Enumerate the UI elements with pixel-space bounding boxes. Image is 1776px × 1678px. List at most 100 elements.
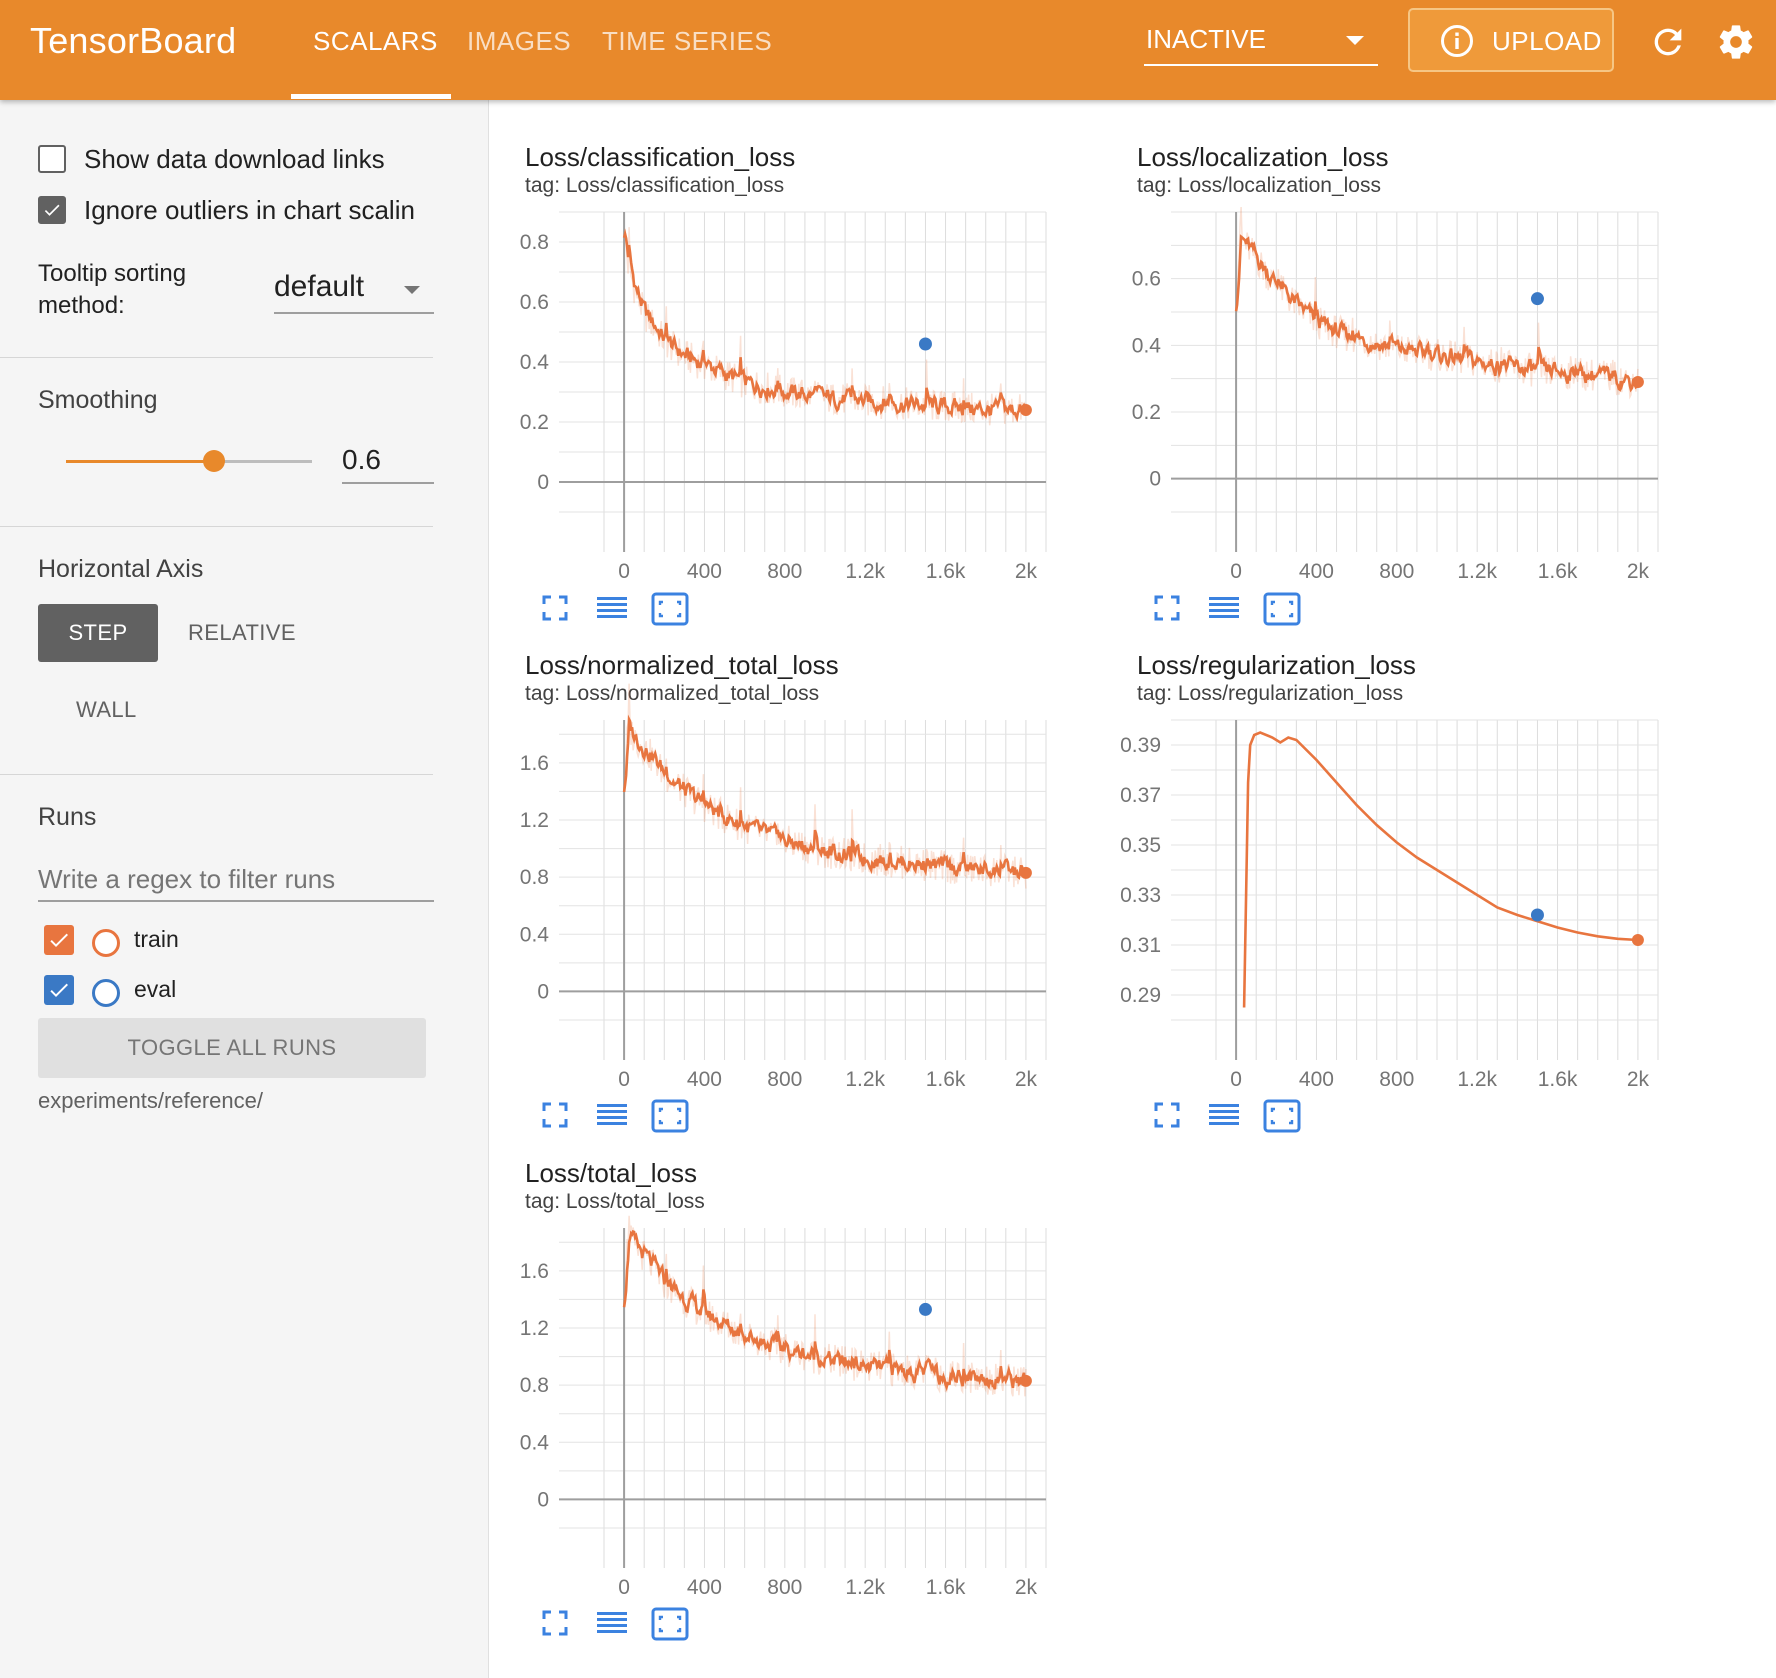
app-title: TensorBoard: [30, 20, 237, 61]
fit-domain-icon[interactable]: [1263, 592, 1301, 631]
smoothing-value: 0.6: [342, 444, 381, 475]
y-tick-label: 0.37: [1120, 784, 1161, 807]
chart-title: Loss/total_loss: [525, 1158, 697, 1188]
info-icon: [1440, 24, 1474, 65]
eval-point: [1530, 908, 1544, 922]
y-tick-label: 0.33: [1120, 884, 1161, 907]
x-tick-label: 400: [687, 1576, 722, 1599]
run-eval-checkbox[interactable]: [44, 975, 74, 1005]
y-tick-label: 0: [537, 1488, 549, 1511]
fit-domain-icon[interactable]: [1263, 1099, 1301, 1138]
logdir-path: experiments/reference/: [38, 1088, 263, 1113]
fit-domain-icon[interactable]: [651, 1099, 689, 1138]
dropdown-arrow-icon: [404, 286, 420, 294]
y-tick-label: 0.2: [1132, 401, 1161, 424]
reload-icon[interactable]: [1648, 22, 1688, 67]
chart-title: Loss/normalized_total_loss: [525, 650, 839, 680]
fullscreen-icon[interactable]: [539, 592, 571, 629]
fullscreen-icon[interactable]: [539, 1607, 571, 1644]
chart-regularization-loss[interactable]: 0.29 0.31 0.33 0.35 0.37 0.39 0 400 800 1.2k 1.6k 2…: [1101, 719, 1741, 1100]
x-tick-label: 1.2k: [1457, 560, 1497, 583]
eval-point: [918, 1302, 932, 1316]
x-tick-label: 1.6k: [926, 1068, 966, 1091]
chart-tag: tag: Loss/regularization_loss: [1137, 682, 1404, 705]
toggle-all-runs-button[interactable]: TOGGLE ALL RUNS: [38, 1018, 426, 1078]
chart-normalized-total-loss[interactable]: 0 0.4 0.8 1.2 1.6 0 400 800 1.2k 1.6k 2k: [489, 683, 1129, 1100]
series-end-point: [1019, 404, 1032, 416]
y-tick-label: 0.4: [520, 1431, 550, 1454]
fit-domain-icon[interactable]: [651, 1607, 689, 1646]
fullscreen-icon[interactable]: [1151, 592, 1183, 629]
x-tick-label: 1.2k: [845, 1068, 885, 1091]
run-train-color-swatch[interactable]: [92, 929, 120, 957]
smoothing-value-input[interactable]: 0.6: [342, 436, 434, 484]
y-tick-label: 0.4: [1132, 334, 1162, 357]
chart-tag: tag: Loss/classification_loss: [525, 174, 785, 197]
fullscreen-icon[interactable]: [1151, 1099, 1183, 1136]
y-tick-label: 0.29: [1120, 984, 1161, 1007]
axis-step-button[interactable]: STEP: [38, 604, 158, 662]
fullscreen-icon[interactable]: [539, 1099, 571, 1136]
chart-title: Loss/regularization_loss: [1137, 650, 1416, 680]
smoothing-slider-thumb[interactable]: [203, 450, 225, 472]
x-tick-label: 0: [1230, 560, 1242, 583]
checkmark-icon: [50, 983, 68, 997]
smoothing-slider-fill: [66, 460, 214, 463]
x-tick-label: 1.2k: [845, 560, 885, 583]
tab-images[interactable]: IMAGES: [467, 26, 571, 57]
y-tick-label: 1.2: [520, 809, 549, 832]
inactive-plugins-value: INACTIVE: [1146, 24, 1266, 54]
show-download-links-checkbox[interactable]: [38, 145, 66, 173]
run-eval-label: eval: [134, 976, 177, 1002]
fit-domain-icon[interactable]: [651, 592, 689, 631]
axis-relative-button[interactable]: RELATIVE: [188, 620, 296, 646]
x-tick-label: 0: [618, 1068, 630, 1091]
x-tick-label: 1.6k: [926, 560, 966, 583]
show-download-links-label: Show data download links: [84, 144, 385, 174]
log-scale-lines-icon[interactable]: [1207, 592, 1241, 629]
y-tick-label: 0.6: [1132, 268, 1161, 291]
x-tick-label: 800: [767, 1068, 802, 1091]
x-tick-label: 2k: [1015, 1068, 1038, 1091]
tooltip-sorting-label: Tooltip sorting: [38, 260, 187, 287]
settings-gear-icon[interactable]: [1716, 22, 1756, 67]
chart-classification-loss[interactable]: 0 0.2 0.4 0.6 0.8 0 400 800 1.2k 1.6k 2k: [489, 211, 1129, 592]
chart-tag: tag: Loss/localization_loss: [1137, 174, 1381, 197]
axis-wall-button[interactable]: WALL: [76, 697, 137, 723]
x-tick-label: 800: [767, 1576, 802, 1599]
tab-time-series[interactable]: TIME SERIES: [602, 26, 772, 57]
x-tick-label: 1.2k: [1457, 1068, 1497, 1091]
checkmark-icon: [44, 204, 60, 216]
y-tick-label: 0.4: [520, 923, 550, 946]
ignore-outliers-checkbox[interactable]: [38, 196, 66, 224]
upload-button[interactable]: UPLOAD: [1408, 8, 1614, 72]
x-tick-label: 2k: [1627, 1068, 1650, 1091]
run-train-label: train: [134, 926, 179, 952]
series-end-point: [1019, 866, 1032, 879]
y-tick-label: 0.35: [1120, 834, 1161, 857]
x-tick-label: 800: [767, 560, 802, 583]
chart-tag: tag: Loss/total_loss: [525, 1190, 705, 1213]
y-tick-label: 0: [537, 471, 549, 494]
dropdown-arrow-icon: [1346, 36, 1364, 45]
run-eval-color-swatch[interactable]: [92, 979, 120, 1007]
log-scale-lines-icon[interactable]: [595, 592, 629, 629]
tooltip-sorting-label-2: method:: [38, 292, 125, 319]
log-scale-lines-icon[interactable]: [595, 1099, 629, 1136]
log-scale-lines-icon[interactable]: [595, 1607, 629, 1644]
runs-label: Runs: [38, 803, 97, 831]
chart-localization-loss[interactable]: 0 0.2 0.4 0.6 0 400 800 1.2k 1.6k 2k: [1101, 206, 1741, 592]
runs-filter-input[interactable]: Write a regex to filter runs: [38, 856, 434, 902]
inactive-plugins-dropdown[interactable]: INACTIVE: [1144, 22, 1378, 66]
x-tick-label: 0: [618, 560, 630, 583]
tab-scalars[interactable]: SCALARS: [313, 26, 438, 57]
charts-area: Loss/classification_loss tag: Loss/class…: [489, 100, 1776, 1678]
active-tab-indicator: [291, 94, 451, 99]
tooltip-sorting-value: default: [274, 270, 365, 303]
y-tick-label: 0.8: [520, 1374, 549, 1397]
runs-filter-placeholder: Write a regex to filter runs: [38, 864, 336, 894]
tooltip-sorting-select[interactable]: default: [274, 268, 434, 314]
run-train-checkbox[interactable]: [44, 925, 74, 955]
log-scale-lines-icon[interactable]: [1207, 1099, 1241, 1136]
chart-total-loss[interactable]: 0 0.4 0.8 1.2 1.6 0 400 800 1.2k 1.6k 2k: [489, 1215, 1129, 1608]
